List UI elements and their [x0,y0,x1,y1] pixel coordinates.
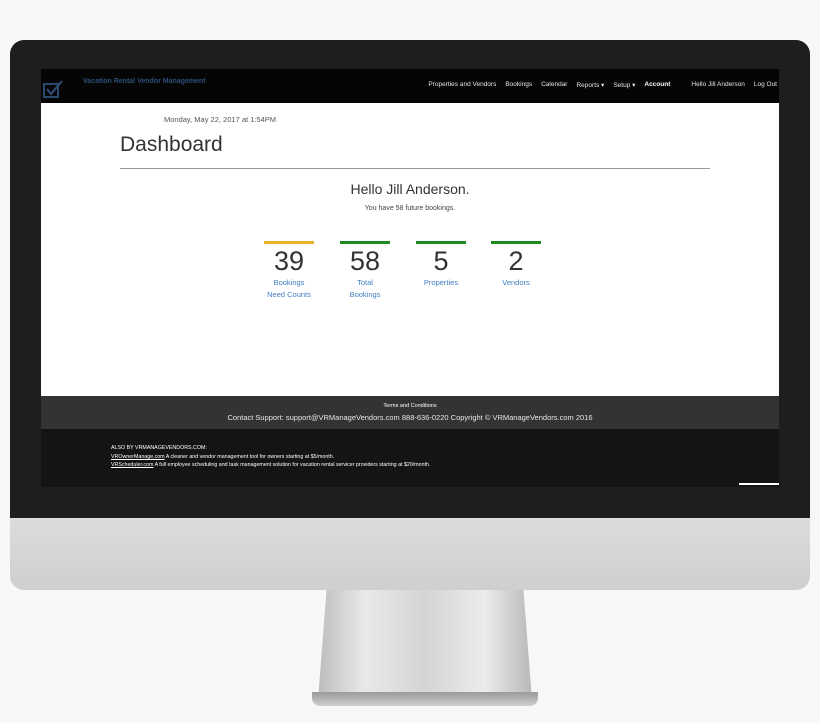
product-link-vrownermanage[interactable]: VROwnerManage.com [111,454,165,460]
top-navbar: Vacation Rental Vendor Management Proper… [41,69,779,103]
screen: Vacation Rental Vendor Management Proper… [41,69,779,487]
hello-heading: Hello Jill Anderson. [350,181,470,197]
stat-bookings-need-counts[interactable]: 39 Bookings Need Counts [263,241,315,300]
stat-value: 58 [349,246,381,276]
monitor-chin [10,518,810,590]
nav-links: Properties and Vendors Bookings Calendar… [428,81,777,89]
date-line: Monday, May 22, 2017 at 1:54PM [164,115,277,124]
stat-value: 2 [508,246,524,276]
monitor-stand-base [312,692,538,706]
checkmark-logo-icon[interactable] [43,79,63,99]
stat-link-properties[interactable]: Properties [418,277,464,289]
dashboard-content: Monday, May 22, 2017 at 1:54PM Dashboard… [41,103,779,396]
bookings-summary: You have 58 future bookings. [364,205,456,212]
nav-properties-and-vendors[interactable]: Properties and Vendors [428,81,496,89]
product-description: A full employee scheduling and task mana… [153,462,431,468]
also-by-heading: ALSO BY VRMANAGEVENDORS.COM: [111,445,207,451]
stat-bar [491,241,541,244]
product-line: VRScheduler.com A full employee scheduli… [111,462,430,468]
stat-bar [264,241,314,244]
nav-account[interactable]: Account [644,81,670,89]
stat-link-vendors[interactable]: Vendors [493,277,539,289]
footer-top: Terms and Conditions Contact Support: su… [41,396,779,429]
stat-total-bookings[interactable]: 58 Total Bookings [339,241,391,300]
logout-link[interactable]: Log Out [754,81,777,89]
monitor-stand [318,590,532,700]
nav-calendar[interactable]: Calendar [541,81,567,89]
page-title: Dashboard [120,133,223,156]
product-line: VROwnerManage.com A cleaner and vendor m… [111,454,334,460]
stat-bar [416,241,466,244]
footer-bottom: ALSO BY VRMANAGEVENDORS.COM: VROwnerMana… [41,429,779,487]
stat-bar [340,241,390,244]
nav-setup-dropdown[interactable]: Setup ▾ [613,81,635,89]
product-link-vrscheduler[interactable]: VRScheduler.com [111,462,153,468]
scroll-indicator [739,483,779,485]
stat-link-bookings-need-counts[interactable]: Bookings Need Counts [266,277,312,300]
stat-link-total-bookings[interactable]: Total Bookings [342,277,388,300]
stat-vendors[interactable]: 2 Vendors [490,241,542,289]
stat-value: 39 [273,246,305,276]
stat-properties[interactable]: 5 Properties [415,241,467,289]
nav-reports-dropdown[interactable]: Reports ▾ [576,81,604,89]
title-divider [120,168,710,169]
terms-link[interactable]: Terms and Conditions [41,396,779,409]
nav-bookings[interactable]: Bookings [505,81,532,89]
stat-value: 5 [433,246,449,276]
nav-user-greeting[interactable]: Hello Jill Anderson [691,81,744,89]
support-contact: Contact Support: support@VRManageVendors… [227,413,593,422]
brand-title[interactable]: Vacation Rental Vendor Management [83,78,206,85]
product-description: A cleaner and vendor management tool for… [164,454,335,460]
